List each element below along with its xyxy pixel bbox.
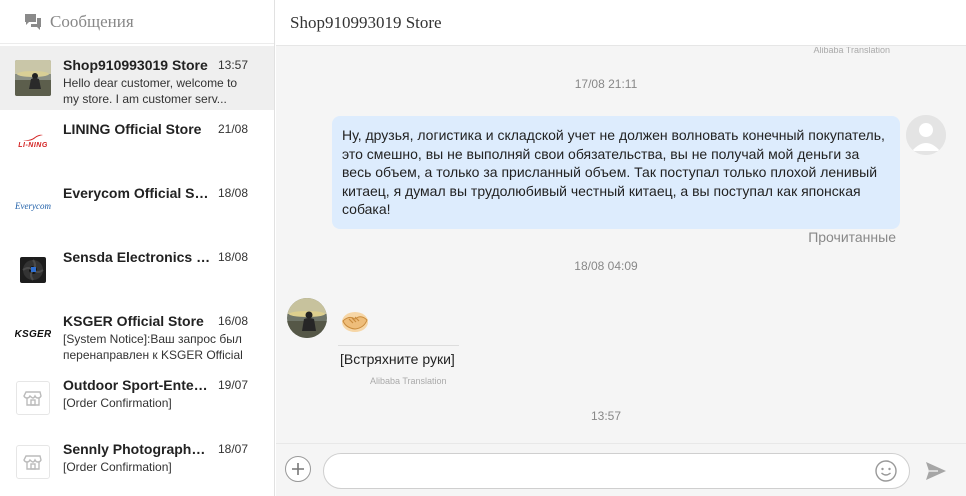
conversation-name: Sensda Electronics Store — [63, 249, 213, 265]
conversation-name: Everycom Official Store — [63, 185, 213, 201]
time-separator: 13:57 — [590, 409, 622, 423]
smiley-icon — [875, 460, 897, 482]
conversation-name: Sennly Photography Store — [63, 441, 213, 457]
conversation-time: 18/07 — [217, 442, 248, 456]
conversation-name: KSGER Official Store — [63, 313, 204, 329]
fan-product-image — [15, 252, 51, 288]
chat-panel: Shop910993019 Store Alibaba Translation … — [276, 0, 966, 496]
chat-header: Shop910993019 Store — [276, 0, 966, 46]
conversation-preview: Hello dear customer, welcome to my store… — [63, 76, 238, 106]
chat-title: Shop910993019 Store — [290, 12, 442, 32]
conversation-preview: [Order Confirmation] — [63, 396, 172, 410]
conversation-list: Shop910993019 Store 13:57 Hello dear cus… — [0, 46, 274, 494]
message-divider — [338, 345, 459, 346]
conversation-item-ksger[interactable]: KSGER KSGER Official Store 16/08 [System… — [0, 302, 274, 366]
conversation-item-shop910993019[interactable]: Shop910993019 Store 13:57 Hello dear cus… — [0, 46, 274, 110]
store-icon — [15, 444, 51, 480]
store-avatar-photo — [15, 60, 51, 96]
conversation-time: 18/08 — [217, 250, 248, 264]
ksger-logo-text: KSGER — [15, 328, 51, 340]
conversation-time: 21/08 — [217, 122, 248, 136]
chat-bubbles-icon — [24, 13, 42, 31]
translation-note: Alibaba Translation — [813, 47, 890, 55]
incoming-message: [Встряхните руки] — [340, 351, 455, 367]
add-attachment-button[interactable] — [285, 456, 311, 482]
conversation-item-everycom[interactable]: Everycom Everycom Official Store 18/08 — [0, 174, 274, 238]
sidebar-title: Сообщения — [50, 11, 134, 31]
conversation-sidebar: Сообщения Shop910993019 Store 13:57 Hell… — [0, 0, 275, 496]
conversation-name: LINING Official Store — [63, 121, 202, 137]
message-composer — [276, 443, 966, 496]
send-icon — [926, 462, 946, 480]
conversation-item-sensda[interactable]: Sensda Electronics Store 18/08 — [0, 238, 274, 302]
lining-logo: LI-NING — [15, 124, 51, 160]
user-avatar — [906, 115, 946, 155]
conversation-item-sennly[interactable]: Sennly Photography Store 18/07 [Order Co… — [0, 430, 274, 494]
plus-icon — [292, 463, 304, 475]
conversation-item-outdoor-sport[interactable]: Outdoor Sport-Entertainment Store 19/07 … — [0, 366, 274, 430]
conversation-time: 19/07 — [217, 378, 248, 392]
message-list[interactable]: Alibaba Translation 17/08 21:11 Ну, друз… — [276, 47, 966, 443]
time-separator: 17/08 21:11 — [574, 77, 638, 91]
read-status: Прочитанные — [808, 229, 896, 245]
ksger-logo: KSGER — [15, 316, 51, 352]
message-input[interactable] — [323, 453, 910, 489]
conversation-preview: [Order Confirmation] — [63, 460, 172, 474]
handshake-emoji — [340, 308, 370, 334]
conversation-name: Shop910993019 Store — [63, 57, 208, 73]
translation-note: Alibaba Translation — [370, 376, 447, 386]
conversation-preview: [System Notice]:Ваш запрос был перенапра… — [63, 332, 243, 362]
conversation-time: 13:57 — [217, 58, 248, 72]
store-avatar — [287, 298, 327, 338]
everycom-logo-text: Everycom — [15, 201, 51, 211]
store-icon — [15, 380, 51, 416]
conversation-name: Outdoor Sport-Entertainment Store — [63, 377, 213, 393]
conversation-time: 16/08 — [217, 314, 248, 328]
everycom-logo: Everycom — [15, 188, 51, 224]
emoji-button[interactable] — [874, 459, 898, 483]
conversation-item-lining[interactable]: LI-NING LINING Official Store 21/08 — [0, 110, 274, 174]
outgoing-message: Ну, друзья, логистика и складской учет н… — [332, 116, 900, 229]
lining-logo-text: LI-NING — [18, 142, 48, 149]
sidebar-header: Сообщения — [0, 0, 274, 44]
send-button[interactable] — [924, 460, 948, 482]
conversation-time: 18/08 — [217, 186, 248, 200]
time-separator: 18/08 04:09 — [574, 259, 638, 273]
